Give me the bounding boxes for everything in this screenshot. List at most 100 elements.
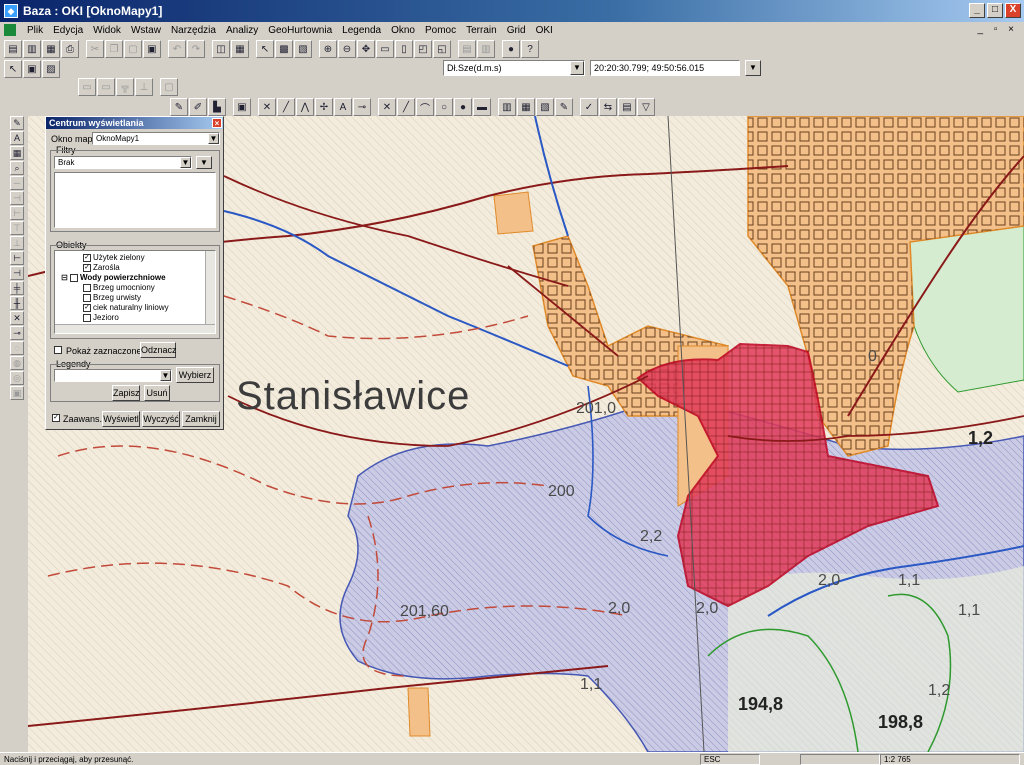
tool-18-icon[interactable]: ◎ <box>10 371 24 385</box>
table-icon[interactable]: ▦ <box>231 40 249 58</box>
panel-close-icon[interactable]: × <box>212 118 222 128</box>
close-button[interactable]: X <box>1005 3 1021 18</box>
tool-10-icon[interactable]: ⊢ <box>10 251 24 265</box>
export-icon[interactable]: ▤ <box>618 98 636 116</box>
circle-icon[interactable]: ○ <box>435 98 453 116</box>
tool-17-icon[interactable]: ◍ <box>10 356 24 370</box>
copy-icon[interactable]: ❐ <box>105 40 123 58</box>
save-legend-button[interactable]: Zapisz <box>112 385 140 401</box>
menu-oki[interactable]: OKI <box>531 25 558 36</box>
text-icon[interactable]: A <box>334 98 352 116</box>
menu-grid[interactable]: Grid <box>502 25 531 36</box>
arc-icon[interactable]: ⌒ <box>416 98 434 116</box>
filter-list[interactable] <box>54 172 216 228</box>
merge-icon[interactable]: ╦ <box>116 78 134 96</box>
rectangle-icon[interactable]: ▬ <box>473 98 491 116</box>
text-plus-icon[interactable]: ✢ <box>315 98 333 116</box>
properties-icon[interactable]: ▢ <box>160 78 178 96</box>
chevron-down-icon[interactable]: ▼ <box>208 133 219 144</box>
measure-icon[interactable]: ✎ <box>555 98 573 116</box>
select-area-icon[interactable]: ▧ <box>294 40 312 58</box>
tree-horizontal-scrollbar[interactable] <box>55 324 215 333</box>
label-icon[interactable]: ▣ <box>233 98 251 116</box>
split-icon[interactable]: ▭ <box>97 78 115 96</box>
tool-8-icon[interactable]: ⊤ <box>10 221 24 235</box>
menu-analizy[interactable]: Analizy <box>221 25 263 36</box>
tool-11-icon[interactable]: ⊣ <box>10 266 24 280</box>
select-poly-icon[interactable]: ▨ <box>42 60 60 78</box>
panel-close-button[interactable]: Zamknij <box>182 411 220 427</box>
line-icon[interactable]: ╱ <box>277 98 295 116</box>
topology-icon[interactable]: ▧ <box>536 98 554 116</box>
show-selected-checkbox[interactable] <box>54 346 62 354</box>
chevron-down-icon[interactable]: ▼ <box>570 61 584 75</box>
paste-icon[interactable]: ▢ <box>124 40 142 58</box>
globe-icon[interactable]: ● <box>502 40 520 58</box>
tree-item-group[interactable]: ⊟ Wody powierzchniowe <box>57 273 215 283</box>
chart-icon[interactable]: ▥ <box>477 40 495 58</box>
draw-line-icon[interactable]: ╱ <box>397 98 415 116</box>
chevron-down-icon[interactable]: ▼ <box>180 157 191 168</box>
pointer-icon[interactable]: ↖ <box>4 60 22 78</box>
filter-select[interactable]: Brak ▼ <box>54 156 192 169</box>
tree-item[interactable]: Brzeg urwisty <box>57 293 215 303</box>
checkbox-checked[interactable]: ✓ <box>83 264 91 272</box>
help-icon[interactable]: ? <box>521 40 539 58</box>
check-icon[interactable]: ✓ <box>580 98 598 116</box>
checkbox-checked[interactable]: ✓ <box>83 304 91 312</box>
tool-5-icon[interactable]: ─ <box>10 176 24 190</box>
menu-geohurtownia[interactable]: GeoHurtownia <box>263 25 337 36</box>
open-icon[interactable]: ▥ <box>23 40 41 58</box>
chevron-down-icon[interactable]: ▼ <box>160 370 171 381</box>
save-icon[interactable]: ▦ <box>42 40 60 58</box>
maximize-button[interactable]: □ <box>987 3 1003 18</box>
find-icon[interactable]: ⌕ <box>10 161 24 175</box>
anchor-icon[interactable]: ⊥ <box>135 78 153 96</box>
coordinate-value-field[interactable]: 20:20:30.799; 49:50:56.015 <box>590 60 740 76</box>
menu-narzedzia[interactable]: Narzędzia <box>166 25 221 36</box>
routing-icon[interactable]: ⇆ <box>599 98 617 116</box>
tool-15-icon[interactable]: ⊸ <box>10 326 24 340</box>
advanced-checkbox[interactable]: ✓ <box>52 414 60 422</box>
menu-plik[interactable]: Plik <box>22 25 48 36</box>
checkbox[interactable] <box>83 284 91 292</box>
filter-icon[interactable]: ▽ <box>637 98 655 116</box>
tree-vertical-scrollbar[interactable] <box>205 251 215 333</box>
polyline-icon[interactable]: ⋀ <box>296 98 314 116</box>
display-button[interactable]: Wyświetl <box>102 411 140 427</box>
pan-icon[interactable]: ▭ <box>376 40 394 58</box>
refresh-icon[interactable]: ▯ <box>395 40 413 58</box>
minimize-button[interactable]: _ <box>969 3 985 18</box>
unselect-button[interactable]: Odznacz <box>140 342 177 358</box>
menu-edycja[interactable]: Edycja <box>48 25 88 36</box>
edit-icon[interactable]: ✎ <box>10 116 24 130</box>
coordinate-dropdown-button[interactable]: ▼ <box>745 60 761 76</box>
filter-options-button[interactable]: ▼ <box>196 156 212 169</box>
zoom-out-icon[interactable]: ⊖ <box>338 40 356 58</box>
undo-icon[interactable]: ↶ <box>168 40 186 58</box>
table-edit-icon[interactable]: ▥ <box>498 98 516 116</box>
tool-14-icon[interactable]: ✕ <box>10 311 24 325</box>
panel-title-bar[interactable]: Centrum wyświetlania × <box>46 117 223 129</box>
draw-x-icon[interactable]: ✕ <box>378 98 396 116</box>
line-cross-icon[interactable]: ✕ <box>258 98 276 116</box>
layout-icon[interactable]: ▤ <box>458 40 476 58</box>
checkbox-checked[interactable]: ✓ <box>83 254 91 262</box>
dimension-icon[interactable]: ⊸ <box>353 98 371 116</box>
menu-legenda[interactable]: Legenda <box>337 25 386 36</box>
select-rect-icon[interactable]: ▣ <box>23 60 41 78</box>
attributes-icon[interactable]: ▦ <box>517 98 535 116</box>
expand-icon[interactable]: ⊟ <box>61 273 70 283</box>
menu-widok[interactable]: Widok <box>88 25 126 36</box>
tree-item[interactable]: ✓ Użytek zielony <box>57 253 215 263</box>
tool-13-icon[interactable]: ╫ <box>10 296 24 310</box>
menu-pomoc[interactable]: Pomoc <box>420 25 461 36</box>
grid-icon[interactable]: ▩ <box>275 40 293 58</box>
tool-6-icon[interactable]: ⊣ <box>10 191 24 205</box>
checkbox[interactable] <box>69 274 78 282</box>
checkbox[interactable] <box>83 294 91 302</box>
layer-tool-icon[interactable]: ▦ <box>10 146 24 160</box>
select-icon[interactable]: ↖ <box>256 40 274 58</box>
tool-19-icon[interactable]: ▣ <box>10 386 24 400</box>
tree-item[interactable]: ✓ ciek naturalny liniowy <box>57 303 215 313</box>
